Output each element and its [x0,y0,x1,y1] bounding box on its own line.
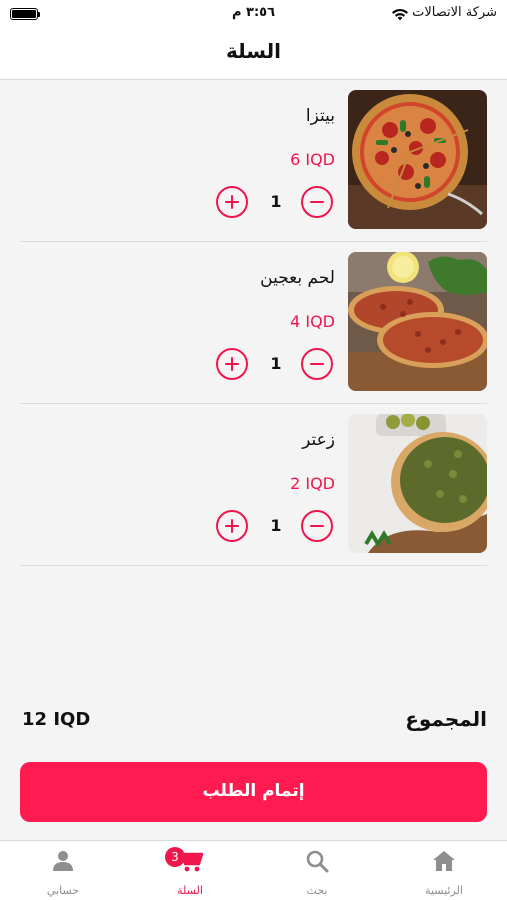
cart-item: زعتر 2 IQD 1 [0,404,507,566]
tab-home-label: الرئيسية [425,884,463,897]
total-label: المجموع [405,707,487,731]
increase-quantity-button[interactable] [216,186,248,218]
tab-search[interactable]: بحث [254,841,380,900]
tab-search-label: بحث [306,884,328,897]
home-icon [432,849,456,877]
increase-quantity-button[interactable] [216,510,248,542]
search-icon [305,849,329,877]
cart-item: بيتزا 6 IQD 1 [0,80,507,242]
quantity-stepper: 1 [216,186,336,220]
status-bar: شركة الاتصالات ٣:٥٦ م [0,0,507,28]
decrease-quantity-button[interactable] [301,186,333,218]
decrease-quantity-button[interactable] [301,510,333,542]
item-price: 2 IQD [290,474,335,493]
item-name: بيتزا [305,106,335,126]
tab-home[interactable]: الرئيسية [381,841,507,900]
cart-list: بيتزا 6 IQD 1 لحم بعجين 4 IQD 1 زعتر 2 I… [0,80,507,566]
page-title: السلة [225,39,281,63]
pizza-image [348,90,487,229]
zaatar-manakish-image [348,414,487,553]
clock: ٣:٥٦ م [231,5,276,20]
item-price: 4 IQD [290,312,335,331]
item-price: 6 IQD [290,150,335,169]
item-divider [20,565,487,566]
item-name: زعتر [302,430,335,450]
lahm-bi-ajeen-image [348,252,487,391]
total-row: المجموع 12 IQD [20,705,487,739]
tab-account[interactable]: حسابي [0,841,126,900]
tab-cart-label: السلة [177,884,203,897]
cart-count-badge: 3 [165,847,185,867]
cart-item: لحم بعجين 4 IQD 1 [0,242,507,404]
battery-icon [10,8,38,20]
item-quantity: 1 [270,516,282,535]
tab-cart[interactable]: 3 السلة [127,841,253,900]
item-quantity: 1 [270,192,282,211]
item-name: لحم بعجين [260,268,335,288]
checkout-button[interactable]: إتمام الطلب [20,762,487,822]
increase-quantity-button[interactable] [216,348,248,380]
decrease-quantity-button[interactable] [301,348,333,380]
navigation-bar: السلة [0,28,507,80]
quantity-stepper: 1 [216,348,336,382]
tab-account-label: حسابي [46,884,80,897]
battery-tip [38,12,40,17]
item-quantity: 1 [270,354,282,373]
tab-bar: حسابي 3 السلة بحث الرئيسية [0,840,507,900]
checkout-button-label: إتمام الطلب [202,781,305,801]
quantity-stepper: 1 [216,510,336,544]
person-icon [51,849,75,877]
total-value: 12 IQD [22,709,91,730]
